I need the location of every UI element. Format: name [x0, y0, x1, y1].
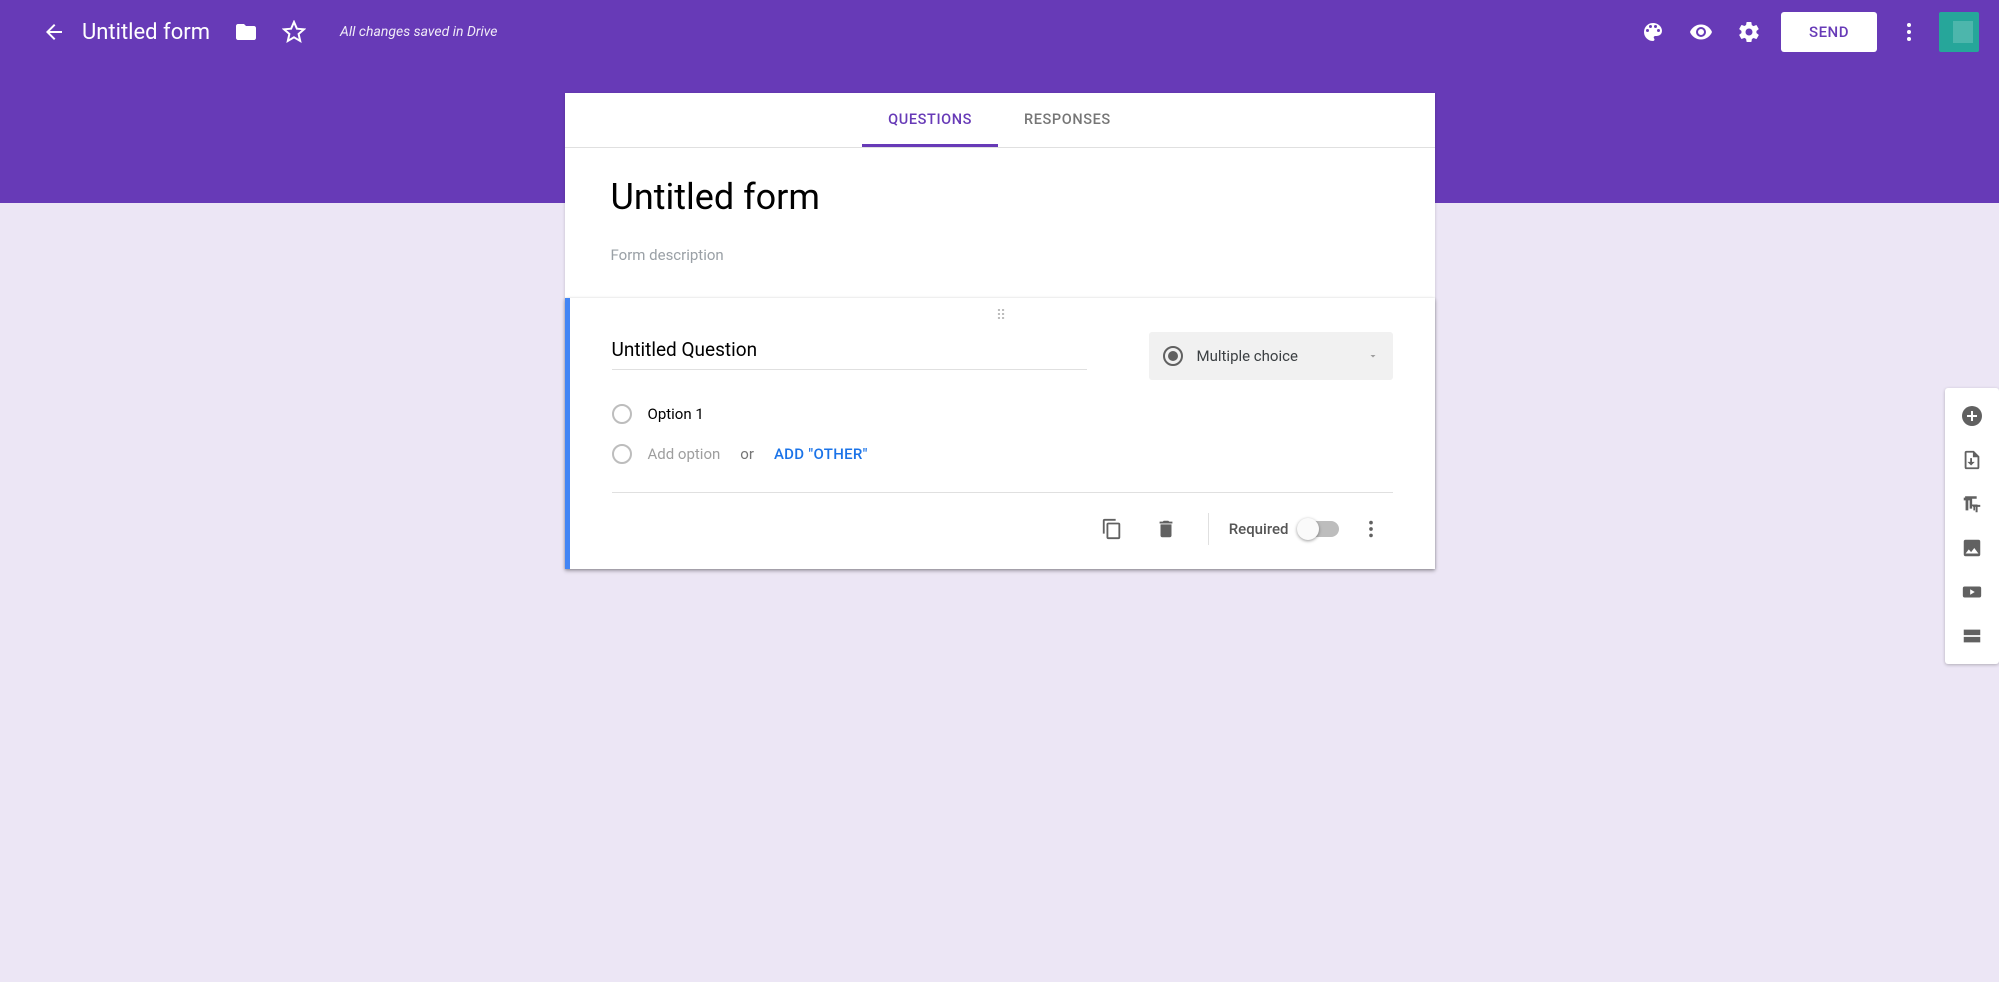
required-toggle[interactable]	[1299, 521, 1339, 537]
tab-questions[interactable]: QUESTIONS	[862, 93, 998, 147]
document-title[interactable]: Untitled form	[82, 20, 210, 45]
preview-eye-icon[interactable]	[1677, 8, 1725, 56]
required-label: Required	[1229, 520, 1289, 538]
drag-handle-icon[interactable]: ⠿	[612, 306, 1393, 326]
option-row[interactable]: Option 1	[612, 394, 1393, 434]
add-video-icon[interactable]	[1952, 572, 1992, 612]
star-icon[interactable]	[270, 8, 318, 56]
add-option-text[interactable]: Add option	[648, 445, 721, 463]
separator	[1208, 513, 1209, 545]
save-status: All changes saved in Drive	[340, 24, 497, 40]
add-image-icon[interactable]	[1952, 528, 1992, 568]
question-type-label: Multiple choice	[1197, 347, 1298, 365]
more-vert-icon[interactable]	[1885, 8, 1933, 56]
add-question-icon[interactable]	[1952, 396, 1992, 436]
add-section-icon[interactable]	[1952, 616, 1992, 656]
delete-icon[interactable]	[1144, 507, 1188, 551]
question-title-input[interactable]	[612, 332, 1087, 370]
or-text: or	[740, 445, 754, 463]
form-title[interactable]: Untitled form	[611, 176, 1389, 218]
question-type-select[interactable]: Multiple choice	[1149, 332, 1393, 380]
form-description[interactable]: Form description	[611, 246, 1389, 264]
add-option-row: Add option or ADD "OTHER"	[612, 434, 1393, 474]
radio-icon	[1163, 346, 1183, 366]
settings-gear-icon[interactable]	[1725, 8, 1773, 56]
title-card[interactable]: Untitled form Form description	[565, 148, 1435, 298]
folder-icon[interactable]	[222, 8, 270, 56]
tab-responses[interactable]: RESPONSES	[998, 93, 1137, 147]
chevron-down-icon	[1367, 350, 1379, 362]
form-paper: QUESTIONS RESPONSES Untitled form Form d…	[565, 93, 1435, 569]
account-avatar[interactable]	[1939, 12, 1979, 52]
option-label[interactable]: Option 1	[648, 405, 704, 423]
question-card: ⠿ Multiple choice Option 1 Add option or…	[565, 298, 1435, 569]
back-arrow-icon[interactable]	[30, 8, 78, 56]
add-title-icon[interactable]	[1952, 484, 1992, 524]
question-more-icon[interactable]	[1349, 507, 1393, 551]
send-button[interactable]: SEND	[1781, 12, 1877, 52]
palette-icon[interactable]	[1629, 8, 1677, 56]
radio-outline-icon	[612, 444, 632, 464]
add-other-button[interactable]: ADD "OTHER"	[774, 445, 868, 463]
side-toolbar	[1945, 388, 1999, 664]
duplicate-icon[interactable]	[1090, 507, 1134, 551]
import-questions-icon[interactable]	[1952, 440, 1992, 480]
radio-outline-icon	[612, 404, 632, 424]
